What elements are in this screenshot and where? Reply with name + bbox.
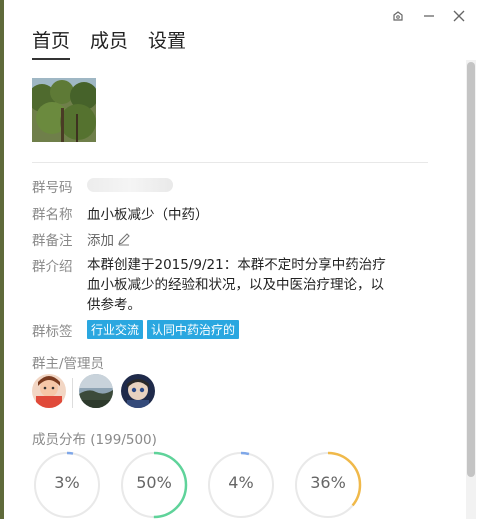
intro-line-1: 本群创建于2015/9/21：本群不定时分享中药治疗 bbox=[87, 257, 386, 273]
tab-home[interactable]: 首页 bbox=[32, 26, 71, 60]
distribution-ring-1[interactable]: 3% bbox=[32, 450, 102, 520]
remark-add-label: 添加 bbox=[87, 233, 114, 249]
ring-percent-label: 36% bbox=[310, 473, 346, 492]
group-remark-row: 群备注 添加 bbox=[32, 229, 131, 249]
distribution-ring-2[interactable]: 50% bbox=[119, 450, 189, 520]
ring-percent-label: 50% bbox=[136, 473, 172, 492]
tab-members[interactable]: 成员 bbox=[90, 26, 128, 60]
distribution-title: 成员分布 (199/500) bbox=[32, 432, 157, 448]
remark-add-button[interactable]: 添加 bbox=[87, 229, 131, 249]
group-intro-text: 本群创建于2015/9/21：本群不定时分享中药治疗 血小板减少的经验和状况，以… bbox=[87, 255, 427, 315]
intro-line-2: 血小板减少的经验和状况，以及中医治疗理论，以 bbox=[87, 277, 384, 293]
tab-bar: 首页 成员 设置 bbox=[32, 26, 206, 60]
group-name-label: 群名称 bbox=[32, 207, 73, 223]
avatar-owner[interactable] bbox=[32, 374, 66, 408]
desktop-background-edge bbox=[0, 0, 4, 519]
distribution-ring-3[interactable]: 4% bbox=[206, 450, 276, 520]
group-cover-image[interactable] bbox=[32, 78, 96, 142]
avatar-admin-1[interactable] bbox=[79, 374, 113, 408]
group-intro-row: 群介绍 本群创建于2015/9/21：本群不定时分享中药治疗 血小板减少的经验和… bbox=[32, 255, 427, 315]
admins-title: 群主/管理员 bbox=[32, 356, 105, 372]
ring-percent-label: 3% bbox=[54, 473, 80, 492]
close-icon[interactable] bbox=[449, 6, 469, 26]
group-tags-label: 群标签 bbox=[32, 324, 73, 340]
tab-settings[interactable]: 设置 bbox=[148, 26, 186, 60]
group-tags-row: 群标签 行业交流 认同中药治疗的 bbox=[32, 320, 243, 340]
group-intro-label: 群介绍 bbox=[32, 259, 73, 275]
ring-percent-label: 4% bbox=[228, 473, 254, 492]
section-divider bbox=[32, 162, 428, 163]
group-remark-label: 群备注 bbox=[32, 233, 73, 249]
avatar-admin-2[interactable] bbox=[121, 374, 155, 408]
group-number-blurred bbox=[87, 178, 173, 192]
group-name-value: 血小板减少（中药） bbox=[87, 207, 209, 223]
tag-tcm-approval[interactable]: 认同中药治疗的 bbox=[147, 320, 240, 339]
edit-pencil-icon bbox=[118, 233, 130, 246]
minimize-icon[interactable] bbox=[419, 6, 439, 26]
group-name-row: 群名称 血小板减少（中药） bbox=[32, 203, 209, 223]
intro-line-3: 供参考。 bbox=[87, 297, 141, 313]
tag-industry-exchange[interactable]: 行业交流 bbox=[87, 320, 144, 339]
group-number-label: 群号码 bbox=[32, 180, 73, 196]
scrollbar-thumb[interactable] bbox=[467, 62, 475, 477]
distribution-ring-4[interactable]: 36% bbox=[293, 450, 363, 520]
group-number-row: 群号码 bbox=[32, 176, 173, 196]
skin-icon[interactable] bbox=[388, 6, 408, 26]
admin-separator bbox=[72, 378, 73, 408]
